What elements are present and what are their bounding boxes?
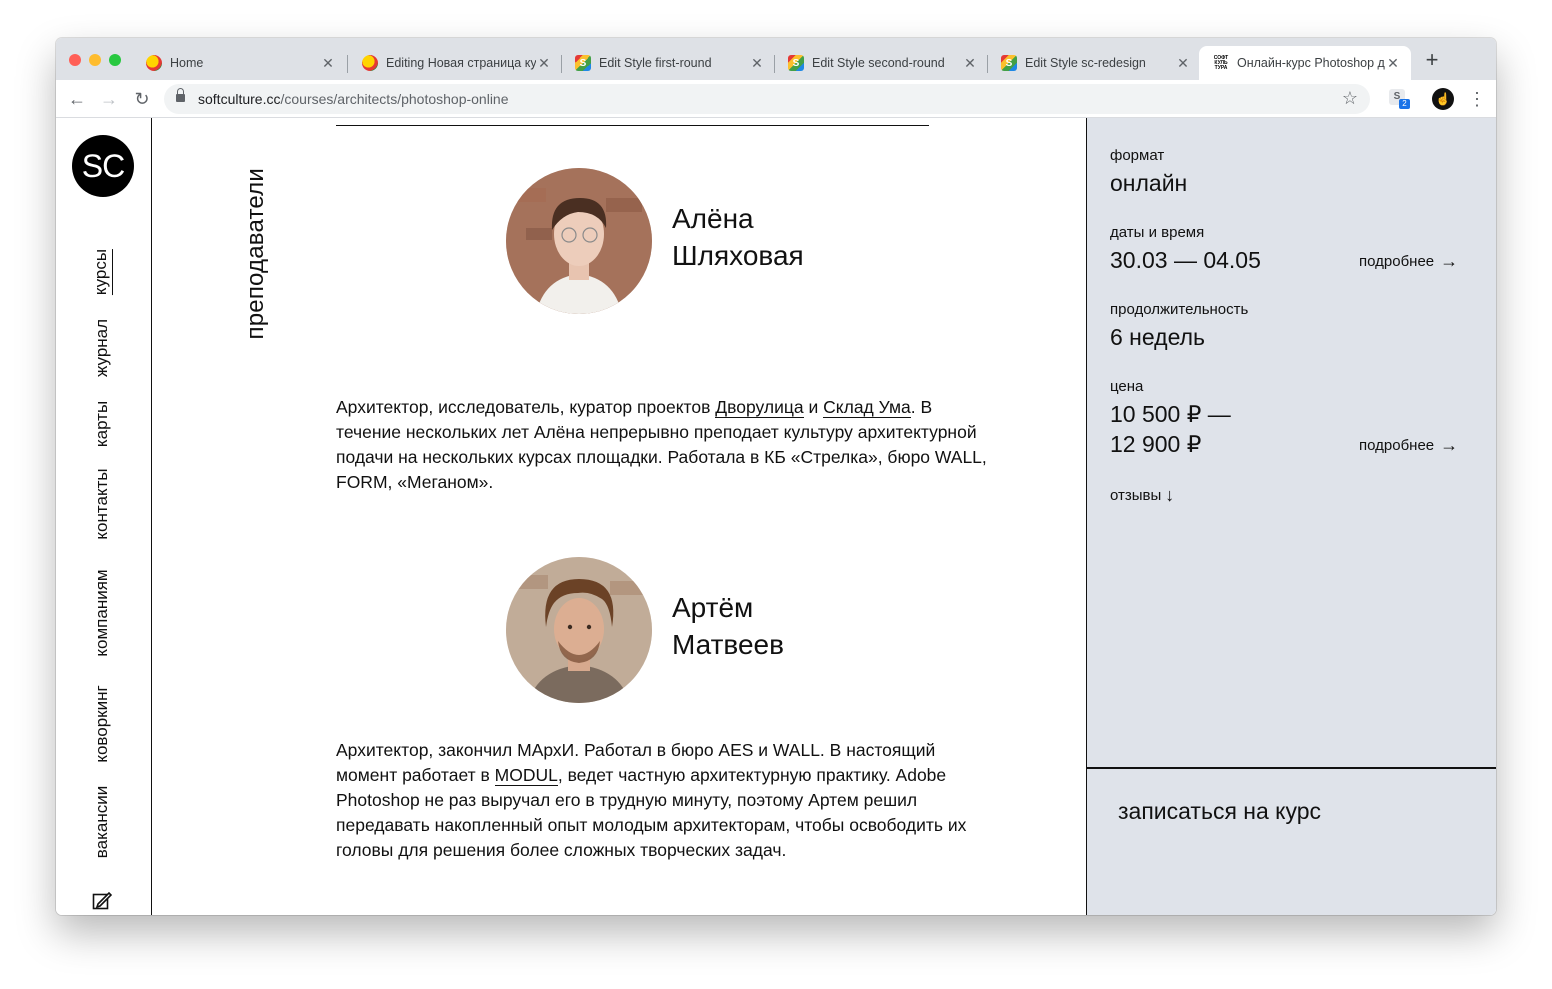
close-tab-icon[interactable]: ✕ xyxy=(1175,55,1191,72)
address-bar[interactable]: softculture.cc/courses/architects/photos… xyxy=(164,84,1370,114)
enroll-button[interactable]: записаться на курс xyxy=(1118,798,1321,825)
reviews-link[interactable]: отзывы ↓ xyxy=(1110,485,1174,506)
close-tab-icon[interactable]: ✕ xyxy=(962,55,978,72)
teacher-name: Артём Матвеев xyxy=(672,589,784,663)
nav-coworking[interactable]: коворкинг xyxy=(92,685,112,762)
teacher-last-name: Матвеев xyxy=(672,629,784,660)
nav-courses[interactable]: курсы xyxy=(91,248,113,296)
section-title: преподаватели xyxy=(242,168,269,340)
bio-text: Архитектор, исследователь, куратор проек… xyxy=(336,397,716,417)
tab-home[interactable]: Home ✕ xyxy=(132,46,346,80)
url-text[interactable]: softculture.cc/courses/architects/photos… xyxy=(198,91,509,107)
s-favicon-icon: S xyxy=(575,55,591,71)
price-more-link[interactable]: подробнее → xyxy=(1359,435,1458,456)
teacher-first-name: Артём xyxy=(672,592,754,623)
url-host: softculture.cc xyxy=(198,91,281,107)
bio-text: и xyxy=(803,397,824,417)
reload-icon[interactable]: ↻ xyxy=(131,88,153,110)
tab-title: Home xyxy=(170,56,204,70)
bookmark-star-icon[interactable]: ☆ xyxy=(1342,88,1358,109)
close-tab-icon[interactable]: ✕ xyxy=(536,55,552,72)
tab-edit-style-first-round[interactable]: S Edit Style first-round ✕ xyxy=(561,46,775,80)
site-logo[interactable]: SC xyxy=(72,135,134,197)
maximize-window-button[interactable] xyxy=(109,54,121,66)
nav-journal[interactable]: журнал xyxy=(92,319,112,377)
ball-favicon-icon xyxy=(146,55,162,71)
edit-pencil-icon[interactable] xyxy=(92,890,112,910)
s-favicon-icon: S xyxy=(788,55,804,71)
teacher-photo xyxy=(506,168,652,314)
teacher-first-name: Алёна xyxy=(672,203,754,234)
price-label: цена xyxy=(1110,378,1144,395)
close-tab-icon[interactable]: ✕ xyxy=(749,55,765,72)
teacher-bio: Архитектор, закончил МАрхИ. Работал в бю… xyxy=(336,738,996,863)
tab-edit-style-sc-redesign[interactable]: S Edit Style sc-redesign ✕ xyxy=(987,46,1201,80)
dates-label: даты и время xyxy=(1110,224,1205,241)
profile-avatar[interactable]: ☝ xyxy=(1432,88,1454,110)
more-link-label: подробнее xyxy=(1359,253,1435,270)
format-value: онлайн xyxy=(1110,170,1188,196)
tab-editing-page[interactable]: Editing Новая страница ку ✕ xyxy=(348,46,562,80)
teacher-last-name: Шляховая xyxy=(672,240,804,271)
price-value: 10 500 ₽ — 12 900 ₽ xyxy=(1110,399,1231,459)
course-info-panel: формат онлайн даты и время 30.03 — 04.05… xyxy=(1086,118,1496,915)
arrow-right-icon: → xyxy=(1440,251,1459,271)
close-tab-icon[interactable]: ✕ xyxy=(1385,55,1401,72)
tab-title: Editing Новая страница ку xyxy=(386,56,536,70)
forward-arrow-icon[interactable]: → xyxy=(98,88,120,110)
price-line: 12 900 ₽ xyxy=(1110,431,1202,457)
duration-value: 6 недель xyxy=(1110,324,1206,350)
url-path: /courses/architects/photoshop-online xyxy=(280,91,509,107)
tab-title: Edit Style second-round xyxy=(812,56,945,70)
close-tab-icon[interactable]: ✕ xyxy=(320,55,336,72)
divider xyxy=(336,125,929,126)
nav-vacancies[interactable]: вакансии xyxy=(92,786,112,858)
price-line: 10 500 ₽ — xyxy=(1110,401,1231,427)
format-label: формат xyxy=(1110,147,1165,164)
teacher-photo xyxy=(506,557,652,703)
browser-toolbar: ← → ↻ softculture.cc/courses/architects/… xyxy=(56,80,1496,118)
dvorulitsa-link[interactable]: Дворулица xyxy=(715,397,804,418)
tab-title: Онлайн-курс Photoshop д xyxy=(1237,56,1385,70)
nav-companies[interactable]: компаниям xyxy=(92,569,112,656)
new-tab-button[interactable]: + xyxy=(1422,49,1442,71)
modul-link[interactable]: MODUL xyxy=(494,765,558,786)
ball-favicon-icon xyxy=(362,55,378,71)
nav-maps[interactable]: карты xyxy=(92,401,112,447)
browser-window: Home ✕ Editing Новая страница ку ✕ S Edi… xyxy=(56,38,1496,915)
tab-title: Edit Style first-round xyxy=(599,56,712,70)
browser-menu-icon[interactable]: ⋮ xyxy=(1468,88,1486,110)
desktop-background: Home ✕ Editing Новая страница ку ✕ S Edi… xyxy=(0,0,1552,989)
sklad-uma-link[interactable]: Склад Ума xyxy=(823,397,911,418)
site-sidebar: SC курсы журнал карты контакты компаниям… xyxy=(56,118,152,915)
minimize-window-button[interactable] xyxy=(89,54,101,66)
main-content: преподаватели Алёна Шляховая Архитектор,… xyxy=(152,118,1086,915)
softculture-favicon-icon: СОФТ КУЛЬ ТУРА xyxy=(1213,55,1229,71)
divider xyxy=(1087,767,1496,769)
tab-photoshop-course[interactable]: СОФТ КУЛЬ ТУРА Онлайн-курс Photoshop д ✕ xyxy=(1199,46,1411,80)
more-link-label: подробнее xyxy=(1359,437,1435,454)
nav-contacts[interactable]: контакты xyxy=(92,468,112,539)
teacher-name: Алёна Шляховая xyxy=(672,200,804,274)
back-arrow-icon[interactable]: ← xyxy=(66,88,88,110)
dates-more-link[interactable]: подробнее → xyxy=(1359,251,1458,272)
tab-strip: Home ✕ Editing Новая страница ку ✕ S Edi… xyxy=(56,38,1496,80)
page-content: SC курсы журнал карты контакты компаниям… xyxy=(56,118,1496,915)
reviews-label: отзывы xyxy=(1110,487,1162,504)
extension-badge: 2 xyxy=(1399,99,1410,109)
teacher-bio: Архитектор, исследователь, куратор проек… xyxy=(336,395,996,495)
duration-label: продолжительность xyxy=(1110,301,1249,318)
arrow-down-icon: ↓ xyxy=(1165,485,1175,505)
lock-icon xyxy=(176,88,185,102)
tab-edit-style-second-round[interactable]: S Edit Style second-round ✕ xyxy=(774,46,988,80)
s-favicon-icon: S xyxy=(1001,55,1017,71)
dates-value: 30.03 — 04.05 xyxy=(1110,247,1261,273)
favicon-text: ТУРА xyxy=(1214,64,1228,71)
tab-title: Edit Style sc-redesign xyxy=(1025,56,1146,70)
arrow-right-icon: → xyxy=(1440,435,1459,455)
close-window-button[interactable] xyxy=(69,54,81,66)
